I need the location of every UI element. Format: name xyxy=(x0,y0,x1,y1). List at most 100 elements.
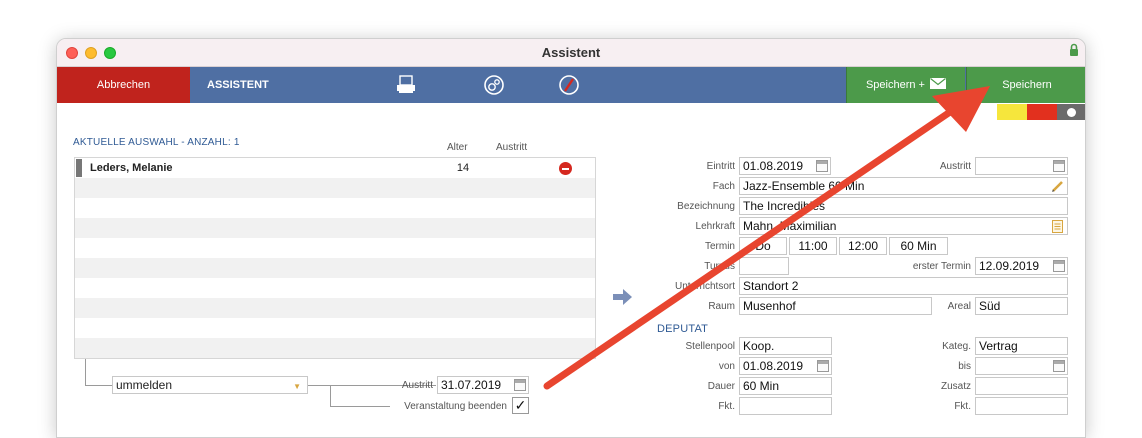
calendar-icon[interactable] xyxy=(1053,160,1065,172)
stellenpool-label: Stellenpool xyxy=(685,341,735,352)
action-select-value: ummelden xyxy=(116,378,173,392)
bis-label: bis xyxy=(958,361,971,372)
erster-termin-field[interactable]: 12.09.2019 xyxy=(975,257,1068,275)
areal-field[interactable]: Süd xyxy=(975,297,1068,315)
stellenpool-field[interactable]: Koop. xyxy=(739,337,832,355)
status-yellow[interactable] xyxy=(997,104,1027,120)
turnus-label: Turnus xyxy=(704,261,735,272)
selection-header: AKTUELLE AUSWAHL - ANZAHL: 1 xyxy=(73,137,240,148)
fach-label: Fach xyxy=(712,181,735,192)
tree-line xyxy=(85,359,86,385)
raum-label: Raum xyxy=(708,301,735,312)
turnus-field[interactable] xyxy=(739,257,789,275)
toolbar: Abbrechen ASSISTENT Speichern + Speicher… xyxy=(57,67,1085,103)
erster-termin-label: erster Termin xyxy=(912,261,971,272)
zusatz-label: Zusatz xyxy=(940,381,971,392)
title-bar: Assistent xyxy=(57,39,1085,67)
termin-label: Termin xyxy=(704,241,735,252)
save-button[interactable]: Speichern xyxy=(966,67,1085,103)
toolbar-title: ASSISTENT xyxy=(207,79,269,91)
austritt-form-label: Austritt xyxy=(939,161,971,172)
selection-marker xyxy=(76,159,82,177)
fkt-field-2[interactable] xyxy=(975,397,1068,415)
tree-line xyxy=(85,385,112,386)
status-red[interactable] xyxy=(1027,104,1057,120)
window-title: Assistent xyxy=(541,45,601,60)
empty-row xyxy=(75,258,595,278)
calendar-icon[interactable] xyxy=(817,360,829,372)
empty-row xyxy=(75,178,595,198)
empty-row xyxy=(75,338,595,358)
column-header-austritt: Austritt xyxy=(496,142,528,153)
fach-value: Jazz-Ensemble 60 Min xyxy=(743,179,865,193)
erster-termin-value: 12.09.2019 xyxy=(979,259,1040,273)
pencil-icon[interactable] xyxy=(1051,180,1064,193)
termin-day-field[interactable]: Do xyxy=(739,237,787,255)
kateg-field[interactable]: Vertrag xyxy=(975,337,1068,355)
student-age: 14 xyxy=(456,162,470,174)
action-select[interactable]: ummelden ▼ xyxy=(112,376,308,394)
von-field[interactable]: 01.08.2019 xyxy=(739,357,832,375)
assistant-window: Assistent Abbrechen ASSISTENT Speichern … xyxy=(56,38,1086,438)
save-and-mail-label: Speichern + xyxy=(865,79,925,91)
zusatz-field[interactable] xyxy=(975,377,1068,395)
save-and-mail-button[interactable]: Speichern + xyxy=(846,67,965,103)
bezeichnung-value: The Incredibles xyxy=(743,199,826,213)
dauer-field[interactable]: 60 Min xyxy=(739,377,832,395)
lock-icon xyxy=(1070,43,1078,56)
status-gray[interactable] xyxy=(1057,104,1085,120)
kateg-label: Kateg. xyxy=(942,341,971,352)
bezeichnung-field[interactable]: The Incredibles xyxy=(739,197,1068,215)
lehrkraft-field[interactable]: Mahn, Maximilian xyxy=(739,217,1068,235)
mail-icon xyxy=(930,78,947,89)
unterrichtsort-label: Unterrichtsort xyxy=(674,281,735,292)
toggle-dot xyxy=(1067,108,1076,117)
empty-row xyxy=(75,218,595,238)
table-row[interactable]: Leders, Melanie 14 xyxy=(75,158,595,178)
cancel-button[interactable]: Abbrechen xyxy=(57,67,190,103)
austritt-date-field[interactable]: 31.07.2019 xyxy=(437,376,529,394)
fkt-field-1[interactable] xyxy=(739,397,832,415)
calendar-icon[interactable] xyxy=(1053,260,1065,272)
eintritt-label: Eintritt xyxy=(706,161,735,172)
eintritt-field[interactable]: 01.08.2019 xyxy=(739,157,831,175)
lehrkraft-label: Lehrkraft xyxy=(695,221,735,232)
empty-row xyxy=(75,238,595,258)
termin-to-field[interactable]: 12:00 xyxy=(839,237,887,255)
unterrichtsort-field[interactable]: Standort 2 xyxy=(739,277,1068,295)
end-event-checkbox[interactable]: ✓ xyxy=(512,397,529,414)
no-entry-icon[interactable] xyxy=(557,74,581,96)
calendar-icon[interactable] xyxy=(816,160,828,172)
remove-icon[interactable] xyxy=(559,162,572,175)
termin-duration-field[interactable]: 60 Min xyxy=(889,237,948,255)
deputat-header: DEPUTAT xyxy=(657,323,709,335)
fkt-label-1: Fkt. xyxy=(718,401,735,412)
austritt-form-field[interactable] xyxy=(975,157,1068,175)
calendar-icon[interactable] xyxy=(514,379,526,391)
arrow-right-icon xyxy=(613,289,632,305)
termin-from-field[interactable]: 11:00 xyxy=(789,237,837,255)
von-label: von xyxy=(718,361,735,372)
fkt-label-2: Fkt. xyxy=(954,401,971,412)
settings-icon[interactable] xyxy=(482,74,506,96)
empty-row xyxy=(75,198,595,218)
austritt-date-value: 31.07.2019 xyxy=(441,378,502,392)
areal-label: Areal xyxy=(947,301,971,312)
student-name: Leders, Melanie xyxy=(90,162,173,174)
bezeichnung-label: Bezeichnung xyxy=(677,201,735,212)
von-value: 01.08.2019 xyxy=(743,359,804,373)
list-icon[interactable] xyxy=(1052,220,1063,233)
tree-line xyxy=(330,385,331,407)
bis-field[interactable] xyxy=(975,357,1068,375)
printer-icon[interactable] xyxy=(394,74,418,96)
eintritt-value: 01.08.2019 xyxy=(743,159,804,173)
student-list[interactable]: Leders, Melanie 14 xyxy=(74,157,596,359)
column-header-alter: Alter xyxy=(447,142,468,153)
empty-row xyxy=(75,298,595,318)
end-event-label: Veranstaltung beenden xyxy=(404,401,507,412)
calendar-icon[interactable] xyxy=(1053,360,1065,372)
chevron-down-icon: ▼ xyxy=(293,382,301,391)
fach-field[interactable]: Jazz-Ensemble 60 Min xyxy=(739,177,1068,195)
empty-row xyxy=(75,318,595,338)
lehrkraft-value: Mahn, Maximilian xyxy=(743,219,837,233)
